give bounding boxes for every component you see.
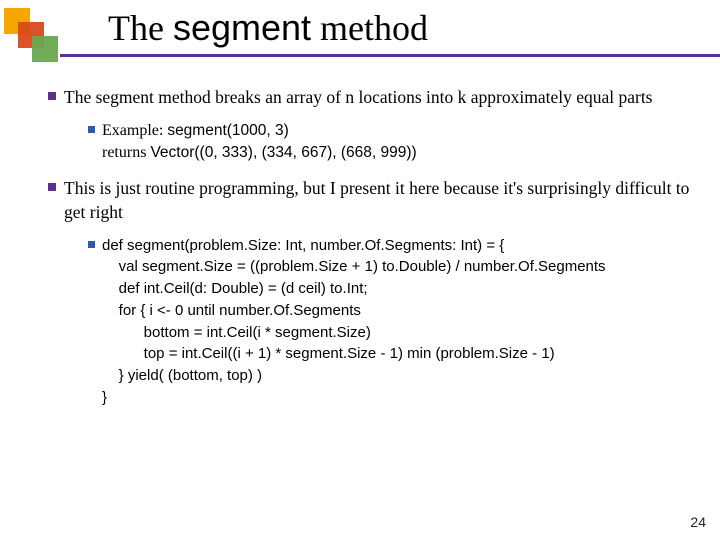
- deco-square: [32, 36, 58, 62]
- slide-number: 24: [690, 514, 706, 530]
- example-returns-lead: returns: [102, 144, 150, 161]
- corner-decoration: [4, 8, 84, 68]
- bullet-marker: [40, 86, 64, 110]
- slide-body: The segment method breaks an array of n …: [40, 86, 700, 413]
- bullet-marker: [80, 235, 102, 409]
- bullet-text: This is just routine programming, but I …: [64, 177, 700, 224]
- bullet-text: The segment method breaks an array of n …: [64, 86, 700, 110]
- title-underline: [60, 54, 720, 57]
- example-call: segment(1000, 3): [167, 122, 289, 139]
- example-block: Example: segment(1000, 3) returns Vector…: [102, 120, 700, 164]
- bullet-lvl1: The segment method breaks an array of n …: [40, 86, 700, 110]
- example-returns-val: Vector((0, 333), (334, 667), (668, 999)): [150, 144, 416, 161]
- bullet-marker: [80, 120, 102, 164]
- bullet-lvl2: Example: segment(1000, 3) returns Vector…: [80, 120, 700, 164]
- code-text: def segment(problem.Size: Int, number.Of…: [102, 235, 700, 409]
- code-block: def segment(problem.Size: Int, number.Of…: [102, 235, 700, 409]
- title-text-post: method: [311, 8, 428, 48]
- bullet-lvl1: This is just routine programming, but I …: [40, 177, 700, 224]
- example-lead: Example:: [102, 122, 167, 139]
- bullet-lvl2: def segment(problem.Size: Int, number.Of…: [80, 235, 700, 409]
- title-text-pre: The: [108, 8, 173, 48]
- title-text-em: segment: [173, 7, 311, 48]
- slide-title: The segment method: [108, 6, 428, 50]
- bullet-marker: [40, 177, 64, 224]
